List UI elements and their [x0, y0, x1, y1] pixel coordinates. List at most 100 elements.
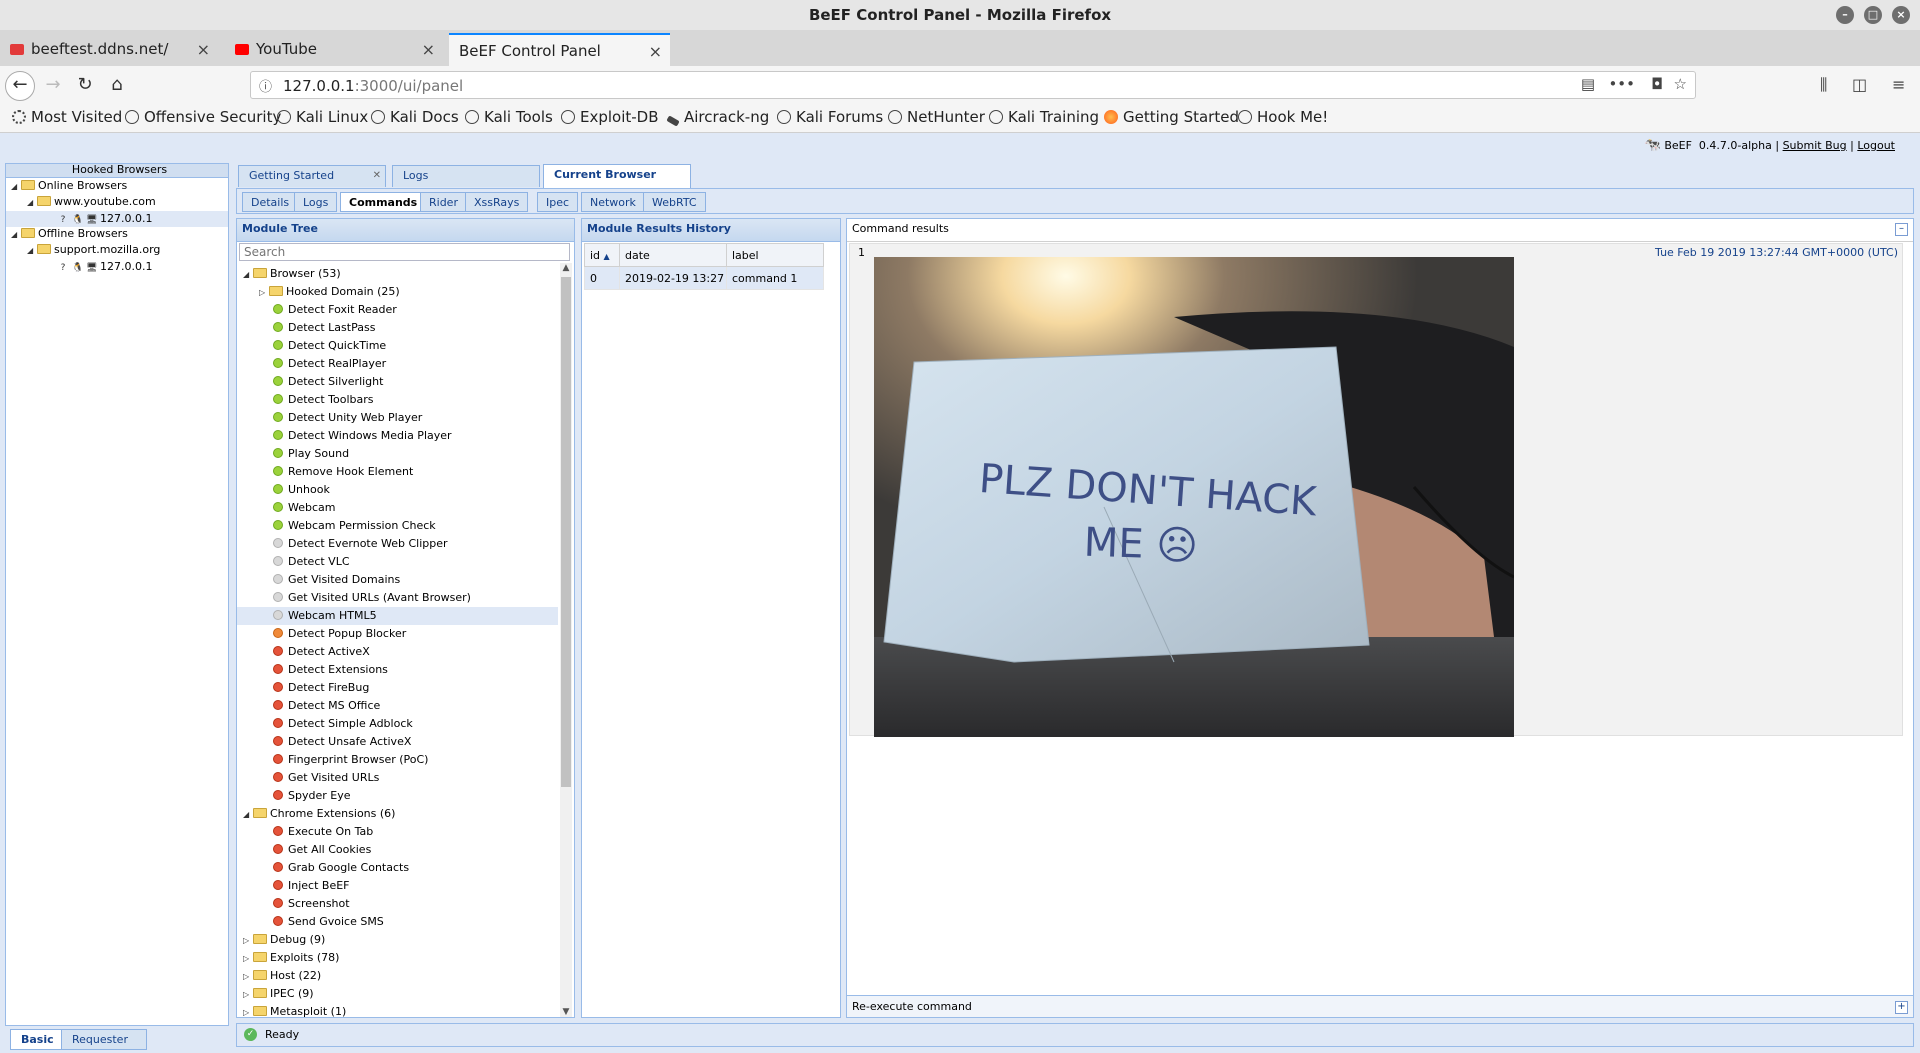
- maximize-icon[interactable]: □: [1864, 6, 1882, 24]
- module-category[interactable]: ▷ Hooked Domain (25): [237, 283, 558, 301]
- module-item[interactable]: Detect Simple Adblock: [237, 715, 558, 733]
- module-item[interactable]: Detect ActiveX: [237, 643, 558, 661]
- bookmark-offensive-security[interactable]: Offensive Security: [125, 108, 281, 126]
- subtab-network[interactable]: Network: [581, 192, 645, 212]
- offline-browser-entry[interactable]: ? 🐧 🖥 127.0.0.1: [58, 259, 153, 275]
- tab-close-icon[interactable]: ×: [197, 33, 210, 66]
- module-item[interactable]: Grab Google Contacts: [237, 859, 558, 877]
- expand-arrow-icon[interactable]: ◢: [27, 243, 37, 259]
- module-category[interactable]: ▷ Debug (9): [237, 931, 558, 949]
- bookmark-exploit-db[interactable]: Exploit-DB: [561, 108, 659, 126]
- scroll-down-icon[interactable]: ▼: [560, 1007, 572, 1017]
- module-item[interactable]: Detect Unity Web Player: [237, 409, 558, 427]
- module-item[interactable]: Spyder Eye: [237, 787, 558, 805]
- module-item[interactable]: Send Gvoice SMS: [237, 913, 558, 931]
- tab-logs-main[interactable]: Logs: [392, 165, 540, 187]
- bookmark-kali-training[interactable]: Kali Training: [989, 108, 1099, 126]
- module-item[interactable]: Webcam HTML5: [237, 607, 558, 625]
- module-item[interactable]: Screenshot: [237, 895, 558, 913]
- module-item[interactable]: Detect RealPlayer: [237, 355, 558, 373]
- module-item[interactable]: Detect LastPass: [237, 319, 558, 337]
- module-item[interactable]: Fingerprint Browser (PoC): [237, 751, 558, 769]
- sidebar-icon[interactable]: ◫: [1852, 75, 1867, 94]
- module-item[interactable]: Detect MS Office: [237, 697, 558, 715]
- module-category[interactable]: ▷ Exploits (78): [237, 949, 558, 967]
- module-item[interactable]: Detect Unsafe ActiveX: [237, 733, 558, 751]
- subtab-webrtc[interactable]: WebRTC: [643, 192, 706, 212]
- menu-icon[interactable]: ≡: [1892, 75, 1905, 94]
- module-item[interactable]: Detect Windows Media Player: [237, 427, 558, 445]
- logout-link[interactable]: Logout: [1857, 139, 1895, 152]
- expand-arrow-icon[interactable]: ◢: [11, 179, 21, 195]
- expand-arrow-icon[interactable]: ▷: [243, 986, 253, 1004]
- collapse-arrow-icon[interactable]: ◢: [243, 266, 253, 284]
- expand-arrow-icon[interactable]: ▷: [243, 932, 253, 950]
- library-icon[interactable]: ⫼: [1820, 75, 1827, 95]
- close-icon[interactable]: ×: [1892, 6, 1910, 24]
- subtab-xssrays[interactable]: XssRays: [465, 192, 529, 212]
- module-item[interactable]: Detect VLC: [237, 553, 558, 571]
- subtab-commands[interactable]: Commands: [340, 192, 427, 212]
- back-arrow-icon[interactable]: ←: [5, 71, 35, 101]
- bookmark-kali-tools[interactable]: Kali Tools: [465, 108, 553, 126]
- module-item[interactable]: Webcam Permission Check: [237, 517, 558, 535]
- module-category[interactable]: ◢ Browser (53): [237, 265, 558, 283]
- module-item[interactable]: Detect Foxit Reader: [237, 301, 558, 319]
- url-bar[interactable]: ⓘ 127.0.0.1:3000/ui/panel ▤ ••• ◘ ☆: [250, 71, 1696, 99]
- bookmark-kali-linux[interactable]: Kali Linux: [277, 108, 368, 126]
- module-item[interactable]: Get Visited Domains: [237, 571, 558, 589]
- bookmark-hook-me[interactable]: Hook Me!: [1238, 108, 1328, 126]
- module-tree-scrollbar[interactable]: ▲ ▼: [560, 263, 572, 1017]
- expand-arrow-icon[interactable]: ◢: [11, 227, 21, 243]
- expand-arrow-icon[interactable]: ◢: [27, 195, 37, 211]
- bookmark-kali-forums[interactable]: Kali Forums: [777, 108, 883, 126]
- bookmark-getting-started[interactable]: Getting Started: [1104, 108, 1239, 126]
- tab-requester[interactable]: Requester: [61, 1029, 147, 1050]
- forward-arrow-icon[interactable]: →: [40, 72, 66, 98]
- tab-basic[interactable]: Basic: [10, 1029, 65, 1050]
- bookmark-nethunter[interactable]: NetHunter: [888, 108, 985, 126]
- module-item[interactable]: Get Visited URLs (Avant Browser): [237, 589, 558, 607]
- module-item[interactable]: Detect Silverlight: [237, 373, 558, 391]
- tab-close-icon[interactable]: ×: [422, 33, 435, 66]
- module-category[interactable]: ▷ Metasploit (1): [237, 1003, 558, 1017]
- module-item[interactable]: Detect Extensions: [237, 661, 558, 679]
- browser-tab-beef[interactable]: BeEF Control Panel ×: [449, 33, 670, 66]
- module-category[interactable]: ▷ Host (22): [237, 967, 558, 985]
- offline-browsers-node[interactable]: ◢ Offline Browsers: [11, 226, 128, 242]
- module-item[interactable]: Get Visited URLs: [237, 769, 558, 787]
- url-text[interactable]: 127.0.0.1:3000/ui/panel: [283, 77, 463, 95]
- tab-current-browser[interactable]: Current Browser: [543, 164, 691, 188]
- tab-close-icon[interactable]: ×: [649, 35, 662, 68]
- module-item[interactable]: Get All Cookies: [237, 841, 558, 859]
- column-header-label[interactable]: label: [726, 243, 824, 267]
- browser-tab-youtube[interactable]: YouTube ×: [225, 33, 443, 66]
- column-header-id[interactable]: id ▲: [584, 243, 620, 267]
- scroll-up-icon[interactable]: ▲: [560, 263, 572, 273]
- subtab-ipec[interactable]: Ipec: [537, 192, 579, 212]
- reload-icon[interactable]: ↻: [72, 72, 98, 98]
- module-item[interactable]: Execute On Tab: [237, 823, 558, 841]
- module-item[interactable]: Remove Hook Element: [237, 463, 558, 481]
- page-actions-icon[interactable]: •••: [1608, 75, 1635, 93]
- reexecute-command-bar[interactable]: Re-execute command +: [847, 995, 1913, 1017]
- reader-view-icon[interactable]: ▤: [1581, 75, 1595, 93]
- minimize-icon[interactable]: –: [1836, 6, 1854, 24]
- module-item[interactable]: Detect QuickTime: [237, 337, 558, 355]
- bookmark-kali-docs[interactable]: Kali Docs: [371, 108, 459, 126]
- subtab-rider[interactable]: Rider: [420, 192, 467, 212]
- module-item[interactable]: Detect Evernote Web Clipper: [237, 535, 558, 553]
- subtab-details[interactable]: Details: [242, 192, 299, 212]
- module-item[interactable]: Detect Toolbars: [237, 391, 558, 409]
- module-item[interactable]: Play Sound: [237, 445, 558, 463]
- collapse-icon[interactable]: –: [1895, 223, 1908, 236]
- bookmark-most-visited[interactable]: Most Visited: [12, 108, 122, 126]
- browser-tab-beeftest[interactable]: beeftest.ddns.net/ ×: [0, 33, 218, 66]
- offline-domain-node[interactable]: ◢ support.mozilla.org: [27, 242, 160, 258]
- module-search-input[interactable]: [239, 243, 570, 261]
- expand-arrow-icon[interactable]: ▷: [259, 284, 269, 302]
- subtab-logs[interactable]: Logs: [294, 192, 338, 212]
- bookmark-star-icon[interactable]: ☆: [1674, 75, 1687, 93]
- pocket-icon[interactable]: ◘: [1651, 75, 1663, 93]
- table-row[interactable]: 0 2019-02-19 13:27 command 1: [584, 266, 824, 290]
